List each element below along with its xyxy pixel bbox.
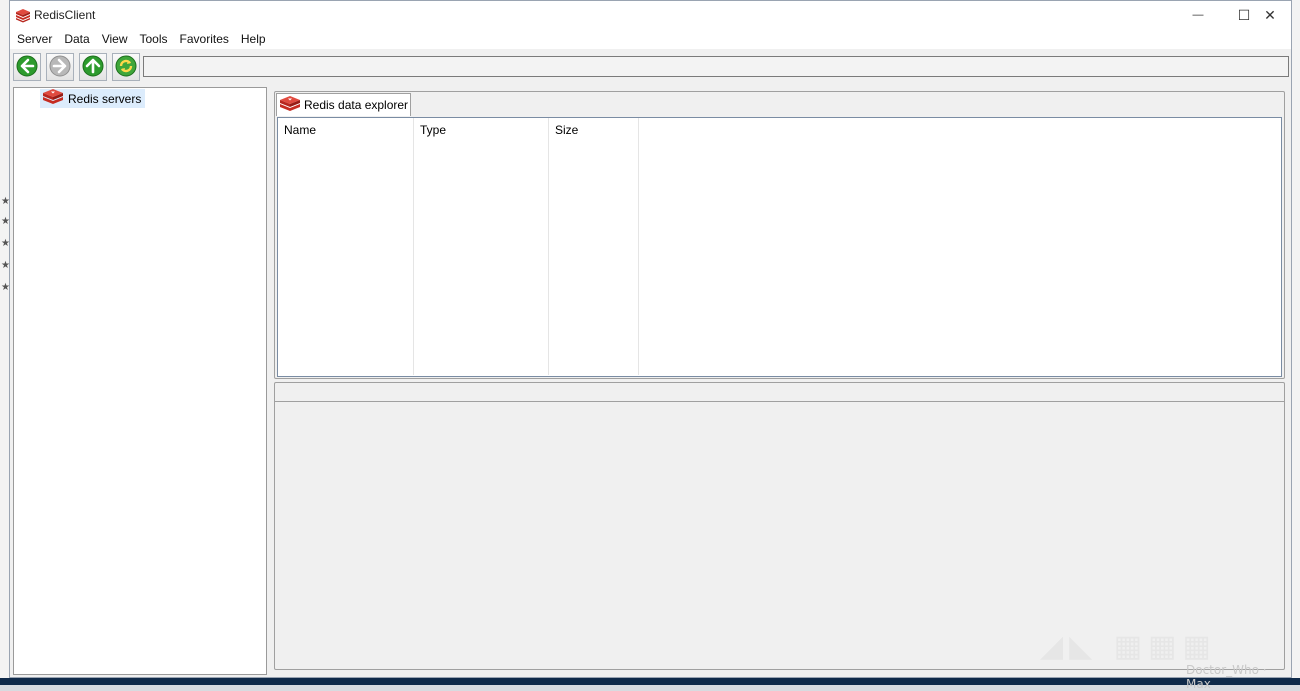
column-size-label: Size bbox=[555, 123, 579, 137]
up-button[interactable] bbox=[79, 53, 107, 81]
menu-view[interactable]: View bbox=[96, 29, 134, 49]
address-bar[interactable] bbox=[143, 56, 1289, 77]
redis-servers-icon bbox=[42, 88, 64, 109]
redis-tab-icon bbox=[279, 95, 301, 116]
arrow-left-icon bbox=[16, 55, 38, 80]
detail-panel-header bbox=[275, 383, 1284, 402]
tab-redis-data-explorer[interactable]: Redis data explorer bbox=[276, 93, 411, 116]
tree-node-label: Redis servers bbox=[68, 91, 142, 106]
tree-node-redis-servers[interactable]: Redis servers bbox=[40, 88, 146, 109]
detail-panel bbox=[274, 382, 1285, 670]
watermark-logo: ◢◣ ▦▦▦ bbox=[1040, 629, 1217, 664]
watermark-text: Doctor_Who · Max bbox=[1186, 663, 1267, 691]
minimize-icon: — bbox=[1192, 9, 1204, 21]
menu-server[interactable]: Server bbox=[11, 29, 58, 49]
arrow-right-icon bbox=[49, 55, 71, 80]
menu-bar: Server Data View Tools Favorites Help bbox=[10, 29, 1291, 49]
back-button[interactable] bbox=[13, 53, 41, 81]
menu-tools[interactable]: Tools bbox=[134, 29, 174, 49]
server-tree[interactable]: Redis servers bbox=[13, 87, 267, 675]
close-button[interactable]: ✕ bbox=[1247, 1, 1293, 29]
menu-help[interactable]: Help bbox=[235, 29, 272, 49]
desktop-background-right bbox=[1292, 0, 1300, 685]
redisclient-window: RedisClient — ☐ ✕ Server Data View Tools… bbox=[9, 0, 1292, 691]
title-bar[interactable]: RedisClient — ☐ ✕ bbox=[10, 1, 1291, 29]
column-type[interactable]: Type bbox=[414, 118, 549, 375]
toolbar bbox=[13, 53, 1289, 81]
data-list-view[interactable]: Name Type Size bbox=[277, 117, 1282, 377]
column-name[interactable]: Name bbox=[278, 118, 414, 375]
explorer-tab-control: Redis data explorer Name Type Size bbox=[274, 91, 1285, 379]
arrow-up-icon bbox=[82, 55, 104, 80]
forward-button[interactable] bbox=[46, 53, 74, 81]
refresh-icon bbox=[115, 55, 137, 80]
menu-favorites[interactable]: Favorites bbox=[174, 29, 235, 49]
column-name-label: Name bbox=[284, 123, 317, 137]
column-type-label: Type bbox=[420, 123, 447, 137]
menu-data[interactable]: Data bbox=[58, 29, 95, 49]
column-size[interactable]: Size bbox=[549, 118, 639, 375]
minimize-button[interactable]: — bbox=[1175, 1, 1221, 29]
desktop-background-left: ★ ★ ★ ★ ★ bbox=[0, 0, 10, 685]
taskbar-strip bbox=[0, 678, 1300, 685]
tab-label: Redis data explorer bbox=[304, 98, 409, 112]
redis-logo-icon bbox=[15, 7, 31, 23]
close-icon: ✕ bbox=[1264, 6, 1276, 23]
window-title: RedisClient bbox=[34, 8, 96, 22]
refresh-button[interactable] bbox=[112, 53, 140, 81]
